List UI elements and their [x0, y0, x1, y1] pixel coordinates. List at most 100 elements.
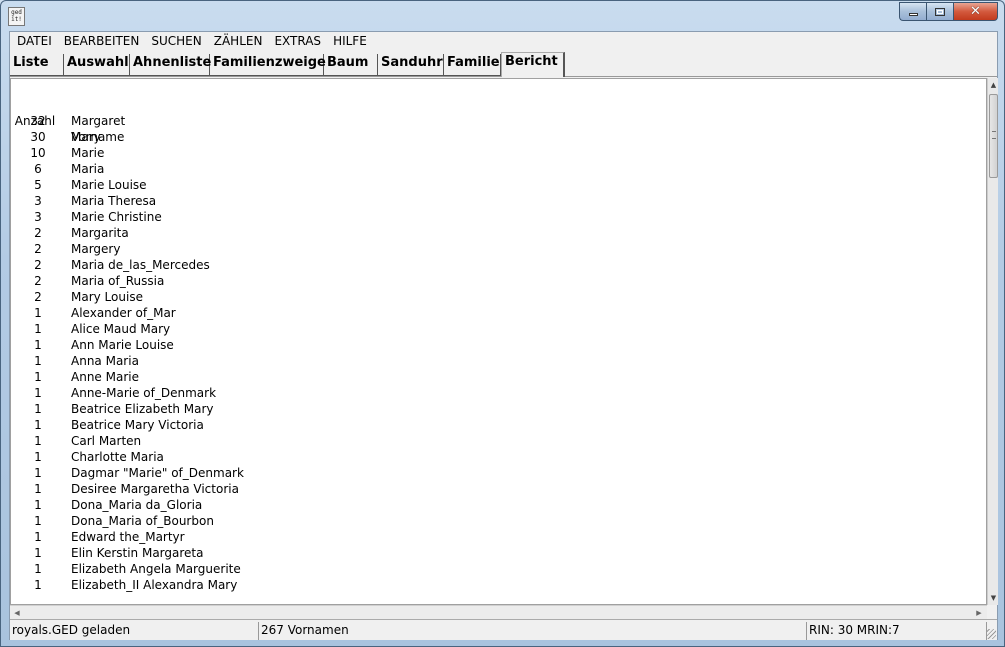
first-name: Alice Maud Mary [71, 322, 171, 336]
menu-suchen[interactable]: SUCHEN [145, 32, 207, 51]
grip-icon [992, 131, 996, 139]
menu-extras[interactable]: EXTRAS [268, 32, 327, 51]
name-count: 30 [30, 130, 46, 144]
name-count: 32 [30, 114, 46, 128]
name-count: 1 [34, 530, 42, 544]
first-name: Anne-Marie of_Denmark [71, 386, 217, 400]
name-count: 1 [34, 338, 42, 352]
name-count: 2 [34, 274, 42, 288]
name-count: 2 [34, 258, 42, 272]
tab-baum[interactable]: Baum [324, 54, 378, 76]
first-name: Anne Marie [71, 370, 139, 384]
name-count: 3 [34, 210, 42, 224]
caption-buttons: ✕ [899, 2, 998, 21]
name-count: 10 [30, 146, 46, 160]
name-count: 1 [34, 306, 42, 320]
name-count: 1 [34, 418, 42, 432]
app-icon[interactable]: ged it! [8, 7, 25, 26]
report-header: Anzahl Vorname [11, 97, 125, 144]
name-count: 3 [34, 194, 42, 208]
first-name: Elizabeth Angela Marguerite [71, 562, 241, 576]
tab-sanduhr[interactable]: Sanduhr [378, 54, 444, 76]
resize-grip-icon[interactable] [986, 629, 996, 639]
first-name: Dagmar "Marie" of_Denmark [71, 466, 244, 480]
tab-bar: Liste Auswahl Ahnenliste Familienzweige Baum… [10, 51, 997, 77]
first-name: Dona_Maria of_Bourbon [71, 514, 214, 528]
first-name: Marie [71, 146, 105, 160]
maximize-button[interactable] [926, 2, 953, 21]
name-count: 1 [34, 402, 42, 416]
first-name: Margarita [71, 226, 129, 240]
scroll-up-icon[interactable]: ▲ [988, 78, 999, 92]
first-name: Ann Marie Louise [71, 338, 174, 352]
first-name: Elizabeth_II Alexandra Mary [71, 578, 238, 592]
scroll-down-icon[interactable]: ▼ [988, 591, 999, 605]
first-name: Mary [71, 130, 101, 144]
name-count: 5 [34, 178, 42, 192]
status-file: royals.GED geladen [10, 622, 259, 640]
tab-familienzweige[interactable]: Familienzweige [210, 54, 326, 76]
first-name: Desiree Margaretha Victoria [71, 482, 239, 496]
menu-datei[interactable]: DATEI [11, 32, 58, 51]
tab-ahnenliste[interactable]: Ahnenliste [130, 54, 211, 76]
client-area: DATEI BEARBEITEN SUCHEN ZÄHLEN EXTRAS HILFE L… [9, 31, 998, 640]
first-name: Margaret [71, 114, 126, 128]
first-name: Beatrice Elizabeth Mary [71, 402, 214, 416]
first-name: Charlotte Maria [71, 450, 164, 464]
first-name: Alexander of_Mar [71, 306, 176, 320]
name-count: 1 [34, 498, 42, 512]
first-name: Dona_Maria da_Gloria [71, 498, 203, 512]
first-name: Edward the_Martyr [71, 530, 185, 544]
name-count: 1 [34, 514, 42, 528]
first-name: Maria [71, 162, 105, 176]
name-count: 2 [34, 290, 42, 304]
name-count: 1 [34, 482, 42, 496]
first-name: Elin Kerstin Margareta [71, 546, 204, 560]
menu-hilfe[interactable]: HILFE [327, 32, 373, 51]
tab-bericht[interactable]: Bericht [501, 52, 565, 77]
maximize-icon [935, 7, 945, 16]
report-view[interactable]: Anzahl Vorname 32 Margaret 30 Mary 10 Marie 6 M… [10, 78, 987, 605]
scroll-right-icon[interactable]: ▶ [972, 606, 986, 620]
status-ids: RIN: 30 MRIN:7 [807, 622, 987, 640]
name-count: 1 [34, 322, 42, 336]
first-name: Marie Christine [71, 210, 162, 224]
status-count: 267 Vornamen [259, 622, 807, 640]
title-bar[interactable]: ged it! ✕ [1, 1, 1004, 31]
first-name: Anna Maria [71, 354, 139, 368]
close-icon: ✕ [970, 4, 981, 19]
name-count: 1 [34, 466, 42, 480]
first-name: Margery [71, 242, 121, 256]
first-name: Beatrice Mary Victoria [71, 418, 204, 432]
horizontal-scrollbar[interactable]: ◀ ▶ [10, 605, 987, 619]
minimize-icon [908, 13, 918, 16]
name-count: 2 [34, 226, 42, 240]
menu-zählen[interactable]: ZÄHLEN [208, 32, 269, 51]
vertical-scroll-thumb[interactable] [989, 94, 998, 178]
name-count: 1 [34, 370, 42, 384]
name-count: 1 [34, 450, 42, 464]
name-count: 1 [34, 434, 42, 448]
first-name: Maria de_las_Mercedes [71, 258, 210, 272]
tab-familie[interactable]: Familie [444, 54, 501, 76]
name-count: 6 [34, 162, 42, 176]
vertical-scrollbar[interactable]: ▲ ▼ [987, 78, 998, 605]
name-count: 2 [34, 242, 42, 256]
first-name: Carl Marten [71, 434, 142, 448]
status-bar: royals.GED geladen 267 Vornamen RIN: 30 … [10, 619, 997, 640]
tab-auswahl[interactable]: Auswahl [64, 54, 130, 76]
name-count: 1 [34, 354, 42, 368]
app-window: ged it! ✕ DATEI BEARBEITEN SUCHEN ZÄHLEN EXT… [0, 0, 1005, 647]
first-name: Maria of_Russia [71, 274, 165, 288]
menu-bearbeiten[interactable]: BEARBEITEN [58, 32, 146, 51]
close-button[interactable]: ✕ [953, 2, 998, 21]
menu-bar: DATEI BEARBEITEN SUCHEN ZÄHLEN EXTRAS HILFE [10, 32, 997, 51]
name-count: 1 [34, 578, 42, 592]
first-name: Mary Louise [71, 290, 143, 304]
first-name: Marie Louise [71, 178, 147, 192]
scroll-left-icon[interactable]: ◀ [10, 606, 24, 620]
minimize-button[interactable] [899, 2, 926, 21]
name-count: 1 [34, 546, 42, 560]
tab-liste[interactable]: Liste [10, 54, 64, 76]
name-count: 1 [34, 562, 42, 576]
